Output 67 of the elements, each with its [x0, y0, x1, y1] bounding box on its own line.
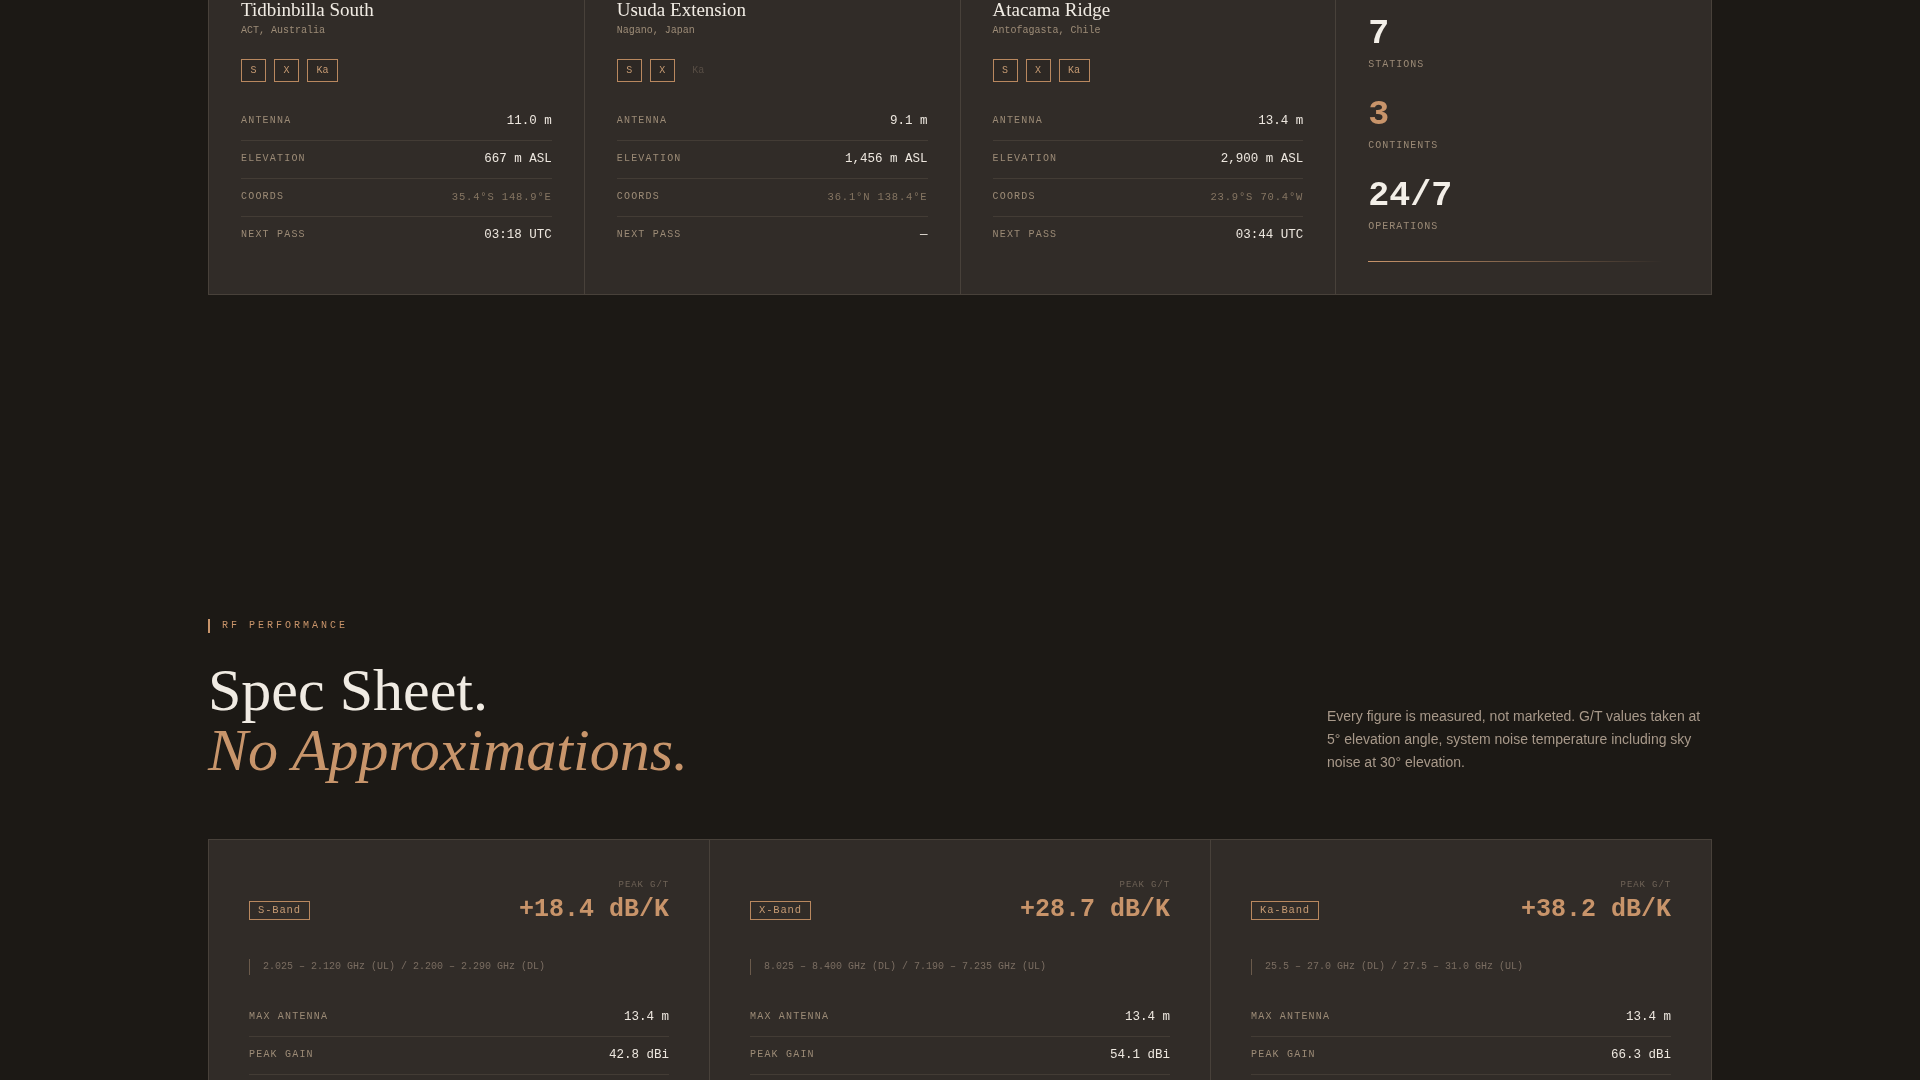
- spec-label: COORDS: [241, 190, 285, 204]
- spec-label: MAX ANTENNA: [249, 1009, 329, 1024]
- frequency-range: 25.5 – 27.0 GHz (DL) / 27.5 – 31.0 GHz (UL): [1251, 958, 1671, 975]
- station-name: Usuda Extension: [616, 0, 748, 19]
- stat-label: STATIONS: [1368, 59, 1426, 71]
- band-tag: S: [992, 59, 1018, 82]
- spec-value: 2,900 m ASL: [1220, 152, 1304, 166]
- spec-value: 36.1°N 138.4°E: [827, 190, 928, 204]
- spec-value: 23.9°S 70.4°W: [1210, 190, 1304, 204]
- spec-value: 13.4 m: [624, 1009, 669, 1024]
- band-tag: X: [274, 59, 300, 82]
- spec-label: COORDS: [616, 190, 660, 204]
- spec-value: 13.4 m: [1626, 1009, 1671, 1024]
- stat-label: CONTINENTS: [1368, 140, 1440, 152]
- metric-value: +18.4 dB/K: [518, 896, 669, 924]
- spec-label: NEXT PASS: [992, 228, 1058, 242]
- station-location: Antofagasta, Chile: [992, 25, 1102, 37]
- spec-value: 03:44 UTC: [1235, 228, 1304, 242]
- spec-label: MAX ANTENNA: [750, 1009, 830, 1024]
- spec-label: PEAK GAIN: [1251, 1047, 1316, 1062]
- section-eyebrow: RF PERFORMANCE: [208, 619, 348, 633]
- spec-value: 13.4 m: [1258, 114, 1304, 128]
- spec-value: 1,456 m ASL: [845, 152, 928, 166]
- spec-label: COORDS: [992, 190, 1036, 204]
- band-tag: Ka: [1058, 59, 1090, 82]
- stat-value: 3: [1368, 98, 1391, 133]
- spec-label: ANTENNA: [992, 114, 1043, 128]
- band-tag: X: [649, 59, 675, 82]
- spec-label: NEXT PASS: [241, 228, 306, 242]
- band-tag: X-Band: [750, 900, 811, 920]
- spec-label: PEAK GAIN: [249, 1047, 314, 1062]
- station-location: ACT, Australia: [241, 25, 326, 37]
- spec-value: 13.4 m: [1125, 1009, 1170, 1024]
- spec-value: 9.1 m: [890, 114, 928, 128]
- stat-label: OPERATIONS: [1368, 221, 1440, 233]
- band-tag: S-Band: [249, 900, 310, 920]
- band-tag: S: [241, 59, 266, 82]
- spec-value: 42.8 dBi: [609, 1047, 669, 1062]
- spec-label: ANTENNA: [241, 114, 292, 128]
- band-tag: X: [1025, 59, 1051, 82]
- spec-label: NEXT PASS: [616, 228, 682, 242]
- metric-value: +38.2 dB/K: [1520, 896, 1671, 924]
- spec-value: —: [920, 228, 928, 242]
- section-description: Every figure is measured, not marketed. G/T values taken at 5° elevation angle, system noise temperature including sky noise at 30° elevation.: [1327, 707, 1702, 772]
- station-name: Tidbinbilla South: [241, 0, 375, 19]
- stat-value: 24/7: [1368, 179, 1454, 214]
- spec-value: 11.0 m: [506, 114, 552, 128]
- band-tag: Ka-Band: [1251, 900, 1319, 920]
- spec-label: MAX ANTENNA: [1251, 1009, 1331, 1024]
- stat-value: 7: [1368, 17, 1391, 52]
- frequency-range: 8.025 – 8.400 GHz (DL) / 7.190 – 7.235 GHz (UL): [750, 958, 1170, 975]
- station-location: Nagano, Japan: [616, 25, 696, 37]
- band-tag: Ka: [307, 59, 339, 82]
- spec-value: 03:18 UTC: [484, 228, 552, 242]
- band-tag: S: [616, 59, 642, 82]
- spec-value: 54.1 dBi: [1110, 1047, 1170, 1062]
- spec-label: ELEVATION: [241, 152, 306, 166]
- spec-value: 35.4°S 148.9°E: [451, 190, 552, 204]
- spec-label: ELEVATION: [616, 152, 682, 166]
- spec-value: 66.3 dBi: [1611, 1047, 1671, 1062]
- spec-label: ELEVATION: [992, 152, 1058, 166]
- station-name: Atacama Ridge: [992, 0, 1112, 19]
- spec-label: PEAK GAIN: [750, 1047, 815, 1062]
- spec-value: 667 m ASL: [484, 152, 552, 166]
- metric-value: +28.7 dB/K: [1019, 896, 1170, 924]
- frequency-range: 2.025 – 2.120 GHz (UL) / 2.200 – 2.290 GHz (DL): [249, 958, 669, 975]
- spec-label: ANTENNA: [616, 114, 668, 128]
